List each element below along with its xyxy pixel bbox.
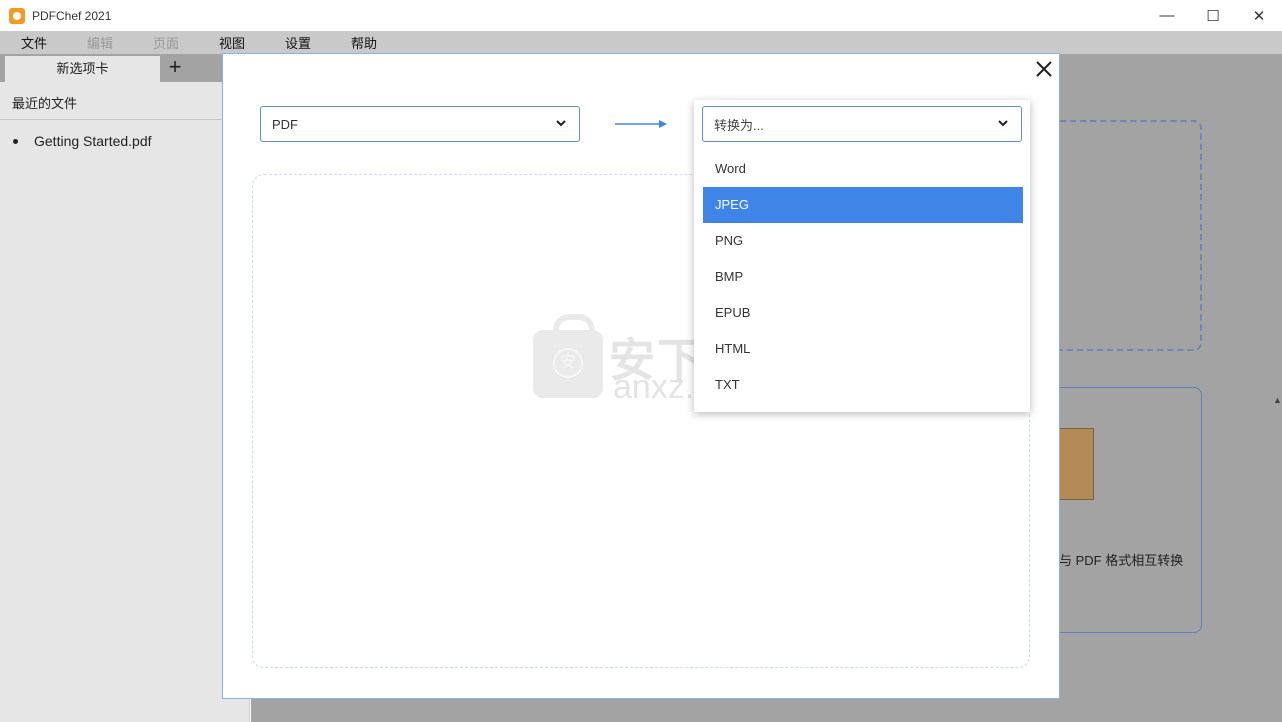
add-tab-button[interactable]: + [164, 55, 186, 81]
convert-card-label: 与 PDF 格式相互转换 [1059, 553, 1184, 568]
minimize-button[interactable]: — [1144, 0, 1190, 31]
recent-file-item[interactable]: Getting Started.pdf [13, 133, 152, 149]
menu-edit[interactable]: 编辑 [87, 33, 113, 52]
menu-settings[interactable]: 设置 [285, 33, 311, 52]
option-epub[interactable]: EPUB [703, 295, 1023, 331]
convert-card-image [1058, 428, 1094, 500]
watermark-lock-glyph: 安 [553, 348, 583, 378]
source-format-value: PDF [272, 116, 298, 132]
target-format-placeholder: 转换为... [714, 117, 764, 133]
close-window-button[interactable]: ✕ [1236, 0, 1282, 31]
target-format-select[interactable]: 转换为... [702, 106, 1022, 142]
menu-file[interactable]: 文件 [21, 33, 47, 52]
watermark-lock-icon: 安 [533, 314, 603, 398]
option-jpeg[interactable]: JPEG [703, 187, 1023, 223]
scroll-up-arrow-icon[interactable]: ▲ [1273, 395, 1282, 405]
maximize-button[interactable]: ☐ [1190, 0, 1236, 31]
bullet-icon [13, 138, 18, 144]
option-txt[interactable]: TXT [703, 367, 1023, 403]
app-title: PDFChef 2021 [32, 8, 112, 23]
menu-bar: 文件 编辑 页面 视图 设置 帮助 [0, 31, 1282, 54]
chevron-down-icon [556, 120, 566, 127]
app-logo-icon [9, 7, 25, 24]
menu-page[interactable]: 页面 [153, 33, 179, 52]
tab-new[interactable]: 新选项卡 [5, 56, 160, 82]
dialog-close-button[interactable] [1031, 56, 1057, 82]
chevron-down-icon [998, 120, 1008, 127]
title-bar: PDFChef 2021 — ☐ ✕ [0, 0, 1282, 31]
target-format-dropdown: 转换为... Word JPEG PNG BMP EPUB HTML TXT [694, 100, 1030, 412]
convert-card[interactable] [1040, 387, 1202, 633]
menu-help[interactable]: 帮助 [351, 33, 377, 52]
option-png[interactable]: PNG [703, 223, 1023, 259]
source-format-select[interactable]: PDF [260, 106, 580, 142]
recent-files-title: 最近的文件 [12, 96, 78, 111]
menu-view[interactable]: 视图 [219, 33, 245, 52]
recent-file-label: Getting Started.pdf [34, 133, 152, 149]
close-icon [1036, 61, 1052, 77]
sidebar-divider [0, 119, 240, 120]
option-bmp[interactable]: BMP [703, 259, 1023, 295]
option-word[interactable]: Word [703, 151, 1023, 187]
open-file-card[interactable] [1040, 120, 1202, 351]
window-controls: — ☐ ✕ [1144, 0, 1282, 31]
arrow-right-icon [615, 120, 667, 128]
sidebar: 最近的文件 Getting Started.pdf [0, 82, 250, 722]
option-html[interactable]: HTML [703, 331, 1023, 367]
